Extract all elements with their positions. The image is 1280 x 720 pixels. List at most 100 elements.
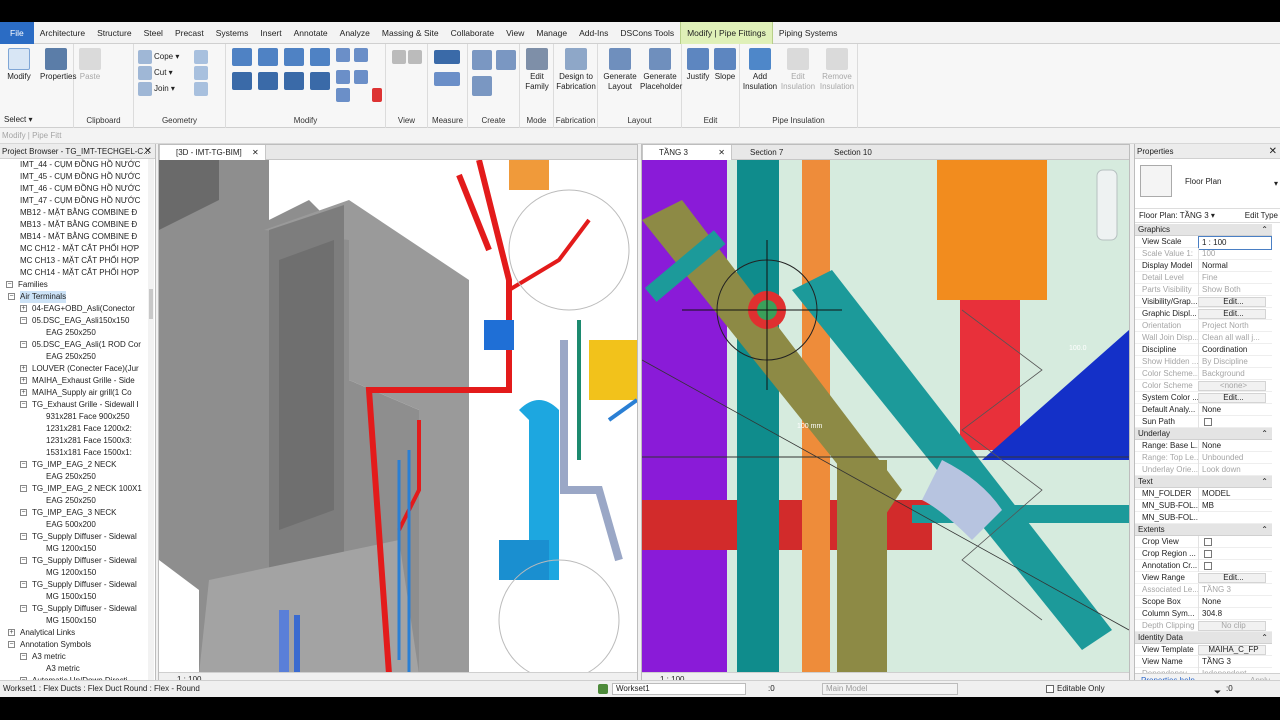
browser-scrollbar[interactable] xyxy=(148,159,154,687)
create-assembly-icon[interactable] xyxy=(472,50,492,70)
chevron-down-icon[interactable]: ▾ xyxy=(1274,179,1278,188)
property-value[interactable]: Normal xyxy=(1198,260,1272,272)
geometry-tool-icon[interactable] xyxy=(194,50,208,64)
view-plan-canvas[interactable]: 100 mm 100.0 xyxy=(642,160,1129,674)
tree-item[interactable]: IMT_47 - CỤM ĐỒNG HỒ NƯỚC xyxy=(0,195,147,207)
tree-item[interactable]: − TG_IMP_EAG_3 NECK xyxy=(0,507,147,519)
tree-item[interactable]: MC CH13 - MẶT CẮT PHỐI HỢP xyxy=(0,255,147,267)
close-icon[interactable]: ✕ xyxy=(144,144,152,158)
create-group-icon[interactable] xyxy=(472,76,492,96)
tree-item[interactable]: − Air Terminals xyxy=(0,291,147,303)
close-icon[interactable]: ✕ xyxy=(718,145,725,160)
tree-item[interactable]: A3 metric xyxy=(0,663,147,675)
property-value[interactable]: Fine xyxy=(1198,272,1272,284)
properties-button[interactable]: Properties xyxy=(40,48,76,82)
editable-only-checkbox[interactable] xyxy=(1046,685,1054,693)
tree-item[interactable]: − TG_Exhaust Grille - Sidewall I xyxy=(0,399,147,411)
delete-icon[interactable] xyxy=(372,88,382,102)
type-selector[interactable]: Floor Plan ▾ xyxy=(1135,159,1280,209)
tree-item[interactable]: − TG_Supply Diffuser - Sidewal xyxy=(0,555,147,567)
tree-item[interactable]: MB13 - MẶT BẰNG COMBINE Đ xyxy=(0,219,147,231)
scrollbar-thumb[interactable] xyxy=(149,289,153,319)
collapse-icon[interactable]: ⌃ xyxy=(1261,428,1268,440)
tree-item[interactable]: 1231x281 Face 1200x2: xyxy=(0,423,147,435)
override-icon[interactable] xyxy=(408,50,422,64)
collapse-icon[interactable]: − xyxy=(20,557,27,564)
property-value[interactable]: Edit... xyxy=(1198,309,1266,319)
property-value[interactable]: <none> xyxy=(1198,381,1266,391)
view-3d-canvas[interactable] xyxy=(159,159,637,681)
tree-item[interactable]: EAG 250x250 xyxy=(0,327,147,339)
tab-dscons-tools[interactable]: DSCons Tools xyxy=(614,22,680,44)
tab-collaborate[interactable]: Collaborate xyxy=(445,22,500,44)
property-value[interactable]: Show Both xyxy=(1198,284,1272,296)
collapse-icon[interactable]: − xyxy=(6,281,13,288)
tab-steel[interactable]: Steel xyxy=(138,22,169,44)
tab-insert[interactable]: Insert xyxy=(254,22,287,44)
tab-section-10[interactable]: Section 10 xyxy=(818,145,878,160)
property-value[interactable]: No clip xyxy=(1198,621,1266,631)
property-value[interactable]: MB xyxy=(1198,500,1272,512)
property-value[interactable]: Look down xyxy=(1198,464,1272,476)
tree-item[interactable]: EAG 250x250 xyxy=(0,471,147,483)
tab-annotate[interactable]: Annotate xyxy=(288,22,334,44)
property-value[interactable]: Edit... xyxy=(1198,573,1266,583)
property-value[interactable]: Edit... xyxy=(1198,393,1266,403)
trim-icon[interactable] xyxy=(354,48,368,62)
property-value[interactable] xyxy=(1198,560,1272,572)
property-value[interactable]: TẦNG 3 xyxy=(1198,584,1272,596)
tree-item[interactable]: 1231x281 Face 1500x3: xyxy=(0,435,147,447)
cope-button[interactable]: Cope ▾ xyxy=(154,52,179,61)
tab-view[interactable]: View xyxy=(500,22,530,44)
tab-architecture[interactable]: Architecture xyxy=(34,22,91,44)
join-button[interactable]: Join ▾ xyxy=(154,84,175,93)
property-value[interactable]: MODEL xyxy=(1198,488,1272,500)
tree-item[interactable]: MG 1500x150 xyxy=(0,615,147,627)
view-3d[interactable]: [3D - IMT-TG-BIM] ✕ xyxy=(158,144,638,687)
tree-item[interactable]: MB14 - MẶT BẰNG COMBINE Đ xyxy=(0,231,147,243)
collapse-icon[interactable]: − xyxy=(20,533,27,540)
collapse-icon[interactable]: ⌃ xyxy=(1261,224,1268,236)
property-group[interactable]: Graphics ⌃ xyxy=(1135,224,1272,236)
property-value[interactable]: Background xyxy=(1198,368,1272,380)
geometry-tool-icon[interactable] xyxy=(194,66,208,80)
collapse-icon[interactable]: − xyxy=(8,641,15,648)
expand-icon[interactable]: + xyxy=(20,377,27,384)
split-icon[interactable] xyxy=(336,48,350,62)
property-checkbox[interactable] xyxy=(1204,561,1212,570)
tab-tang-3[interactable]: TẦNG 3 ✕ xyxy=(642,145,732,160)
expand-icon[interactable]: + xyxy=(20,305,27,312)
expand-icon[interactable]: + xyxy=(20,365,27,372)
property-value[interactable]: Clean all wall j... xyxy=(1198,332,1272,344)
tree-item[interactable]: EAG 250x250 xyxy=(0,351,147,363)
close-icon[interactable]: ✕ xyxy=(1269,144,1277,158)
tree-item[interactable]: MG 1200x150 xyxy=(0,543,147,555)
collapse-icon[interactable]: ⌃ xyxy=(1261,632,1268,644)
property-value[interactable]: Coordination xyxy=(1198,344,1272,356)
property-value[interactable] xyxy=(1198,416,1272,428)
offset-icon[interactable] xyxy=(258,48,278,66)
collapse-icon[interactable]: − xyxy=(20,401,27,408)
collapse-icon[interactable]: − xyxy=(20,317,27,324)
property-value[interactable]: None xyxy=(1198,440,1272,452)
tab-piping-systems[interactable]: Piping Systems xyxy=(773,22,844,44)
add-insulation-button[interactable]: Add Insulation xyxy=(740,48,780,92)
property-value[interactable]: By Discipline xyxy=(1198,356,1272,368)
create-parts-icon[interactable] xyxy=(496,50,516,70)
tree-item[interactable]: MG 1500x150 xyxy=(0,591,147,603)
tree-item[interactable]: MB12 - MẶT BẰNG COMBINE Đ xyxy=(0,207,147,219)
tree-item[interactable]: − TG_IMP_EAG_2 NECK xyxy=(0,459,147,471)
collapse-icon[interactable]: − xyxy=(20,461,27,468)
justify-button[interactable]: Justify xyxy=(684,48,712,82)
scale-icon[interactable] xyxy=(354,70,368,84)
tab-precast[interactable]: Precast xyxy=(169,22,210,44)
property-value[interactable]: None xyxy=(1198,596,1272,608)
tab-section-7[interactable]: Section 7 xyxy=(734,145,789,160)
tab-add-ins[interactable]: Add-Ins xyxy=(573,22,614,44)
collapse-icon[interactable]: − xyxy=(20,653,27,660)
property-value[interactable]: Unbounded xyxy=(1198,452,1272,464)
tree-item[interactable]: + LOUVER (Conecter Face)(Jur xyxy=(0,363,147,375)
property-checkbox[interactable] xyxy=(1204,537,1212,546)
tree-item[interactable]: − Families xyxy=(0,279,147,291)
tree-item[interactable]: + MAIHA_Exhaust Grille - Side xyxy=(0,375,147,387)
